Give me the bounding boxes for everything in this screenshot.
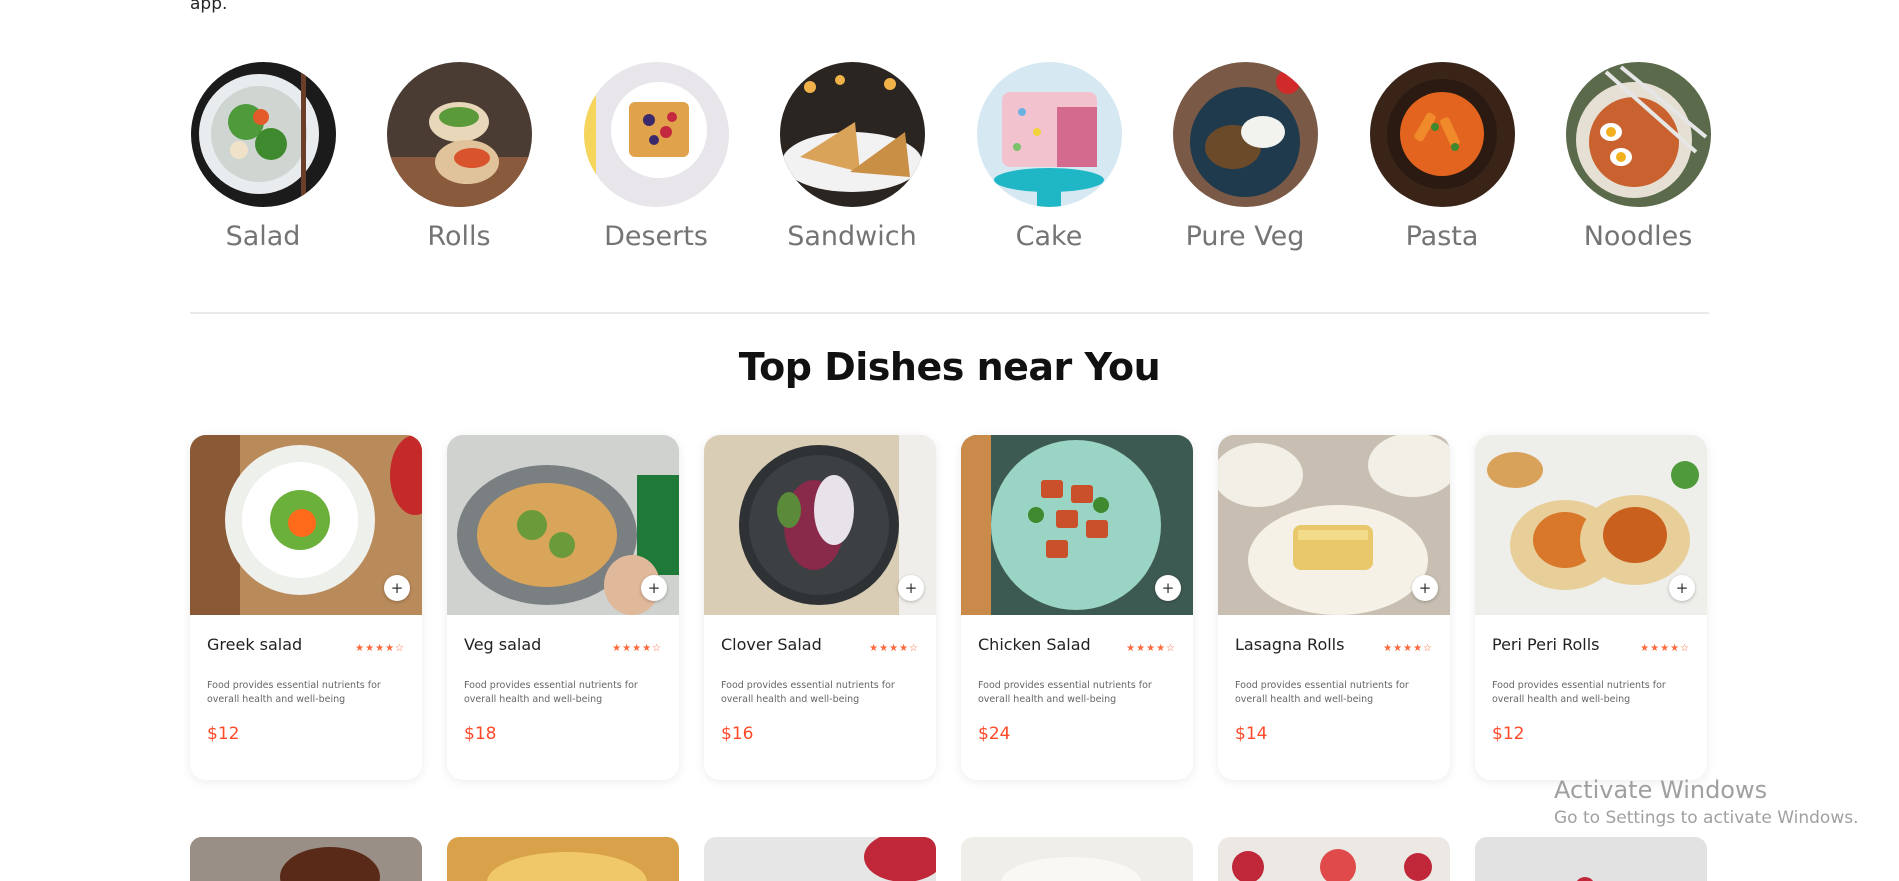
dish-description: Food provides essential nutrients for ov…	[978, 680, 1152, 705]
category-label: Rolls	[427, 221, 491, 252]
section-title: Top Dishes near You	[738, 345, 1161, 389]
dish-description: Food provides essential nutrients for ov…	[464, 680, 638, 705]
watermark-title: Activate Windows	[1554, 776, 1768, 804]
dish-card[interactable]: + Peri Peri Rolls ★★★★☆ Food provides es…	[1475, 435, 1707, 780]
category-deserts[interactable]: Deserts	[583, 62, 729, 252]
category-label: Sandwich	[787, 221, 917, 252]
category-label: Pasta	[1405, 221, 1479, 252]
dish-card-partial[interactable]	[190, 837, 422, 881]
dish-name: Lasagna Rolls	[1235, 635, 1345, 654]
noodles-image	[1565, 62, 1711, 207]
dish-name: Clover Salad	[721, 635, 822, 654]
category-sandwich[interactable]: Sandwich	[779, 62, 925, 252]
salad-image	[190, 62, 336, 207]
category-label: Deserts	[604, 221, 708, 252]
category-cake[interactable]: Cake	[976, 62, 1122, 252]
dish-card[interactable]: + Veg salad ★★★★☆ Food provides essentia…	[447, 435, 679, 780]
add-to-cart-button[interactable]: +	[641, 575, 667, 601]
rating-stars: ★★★★☆	[1383, 643, 1433, 654]
desserts-image	[583, 62, 729, 207]
category-rolls[interactable]: Rolls	[386, 62, 532, 252]
dish-name: Veg salad	[464, 635, 542, 654]
dish-card-partial[interactable]	[1475, 837, 1707, 881]
cake-image	[976, 62, 1122, 207]
intro-text-tail: app.	[190, 0, 228, 14]
dish-description: Food provides essential nutrients for ov…	[721, 680, 895, 705]
watermark-subtitle: Go to Settings to activate Windows.	[1554, 808, 1859, 828]
section-divider	[190, 312, 1709, 314]
category-salad[interactable]: Salad	[190, 62, 336, 252]
dish-name: Greek salad	[207, 635, 303, 654]
category-menu: Salad Rolls Deserts Sandwich Cake Pure V…	[190, 62, 1711, 262]
rating-stars: ★★★★☆	[612, 643, 662, 654]
add-to-cart-button[interactable]: +	[384, 575, 410, 601]
dish-card-partial[interactable]	[961, 837, 1193, 881]
dish-card[interactable]: + Lasagna Rolls ★★★★☆ Food provides esse…	[1218, 435, 1450, 780]
pure-veg-image	[1172, 62, 1318, 207]
category-label: Noodles	[1583, 221, 1693, 252]
dish-description: Food provides essential nutrients for ov…	[207, 680, 381, 705]
activate-windows-watermark: Activate Windows Go to Settings to activ…	[1554, 776, 1859, 828]
dish-description: Food provides essential nutrients for ov…	[1492, 680, 1666, 705]
dish-price: $14	[1235, 724, 1268, 744]
category-label: Cake	[1015, 221, 1083, 252]
dish-price: $24	[978, 724, 1011, 744]
add-to-cart-button[interactable]: +	[1669, 575, 1695, 601]
rating-stars: ★★★★☆	[1640, 643, 1690, 654]
dish-price: $12	[1492, 724, 1525, 744]
dish-card[interactable]: + Greek salad ★★★★☆ Food provides essent…	[190, 435, 422, 780]
dish-card-partial[interactable]	[704, 837, 936, 881]
dish-card[interactable]: + Chicken Salad ★★★★☆ Food provides esse…	[961, 435, 1193, 780]
category-noodles[interactable]: Noodles	[1565, 62, 1711, 252]
sandwich-image	[779, 62, 925, 207]
dish-card[interactable]: + Clover Salad ★★★★☆ Food provides essen…	[704, 435, 936, 780]
dish-price: $12	[207, 724, 240, 744]
category-label: Salad	[225, 221, 301, 252]
rating-stars: ★★★★☆	[355, 643, 405, 654]
rolls-image	[386, 62, 532, 207]
dish-name: Chicken Salad	[978, 635, 1091, 654]
rating-stars: ★★★★☆	[1126, 643, 1176, 654]
add-to-cart-button[interactable]: +	[898, 575, 924, 601]
dish-price: $18	[464, 724, 497, 744]
add-to-cart-button[interactable]: +	[1412, 575, 1438, 601]
dish-card-partial[interactable]	[1218, 837, 1450, 881]
category-pasta[interactable]: Pasta	[1369, 62, 1515, 252]
pasta-image	[1369, 62, 1515, 207]
add-to-cart-button[interactable]: +	[1155, 575, 1181, 601]
dish-description: Food provides essential nutrients for ov…	[1235, 680, 1409, 705]
category-label: Pure Veg	[1185, 221, 1305, 252]
dish-price: $16	[721, 724, 754, 744]
rating-stars: ★★★★☆	[869, 643, 919, 654]
category-pure-veg[interactable]: Pure Veg	[1172, 62, 1318, 252]
dish-card-partial[interactable]	[447, 837, 679, 881]
dish-name: Peri Peri Rolls	[1492, 635, 1600, 654]
